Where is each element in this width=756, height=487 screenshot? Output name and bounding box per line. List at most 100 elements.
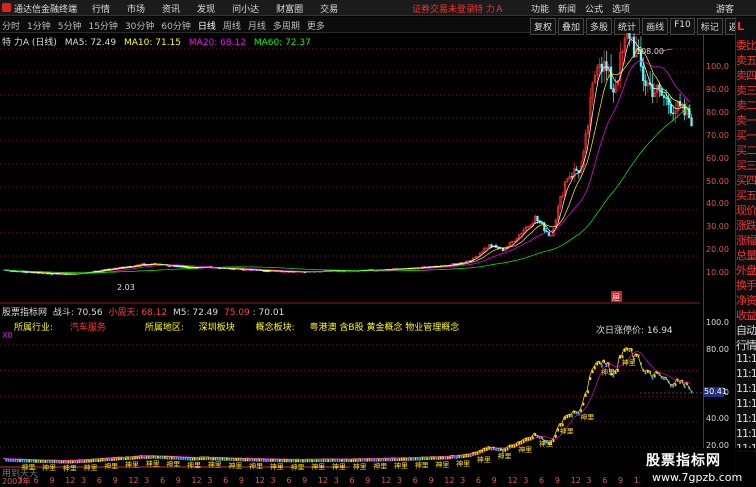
menu-gongshi[interactable]: 公式	[585, 2, 603, 15]
side-item: 收益	[736, 309, 756, 322]
time-axis-label: 6	[349, 476, 355, 485]
buy-signal-label: 神里	[394, 461, 408, 470]
side-item: 总量	[736, 249, 756, 262]
indicator-bar	[42, 460, 44, 464]
tab-more[interactable]: 更多	[307, 19, 325, 32]
indicator-bar	[256, 458, 258, 462]
indicator-bar	[467, 454, 470, 458]
indicator-bar	[292, 459, 295, 463]
time-axis-label: 12	[570, 476, 581, 485]
indicator-bar	[205, 457, 208, 461]
tab-daily[interactable]: 日线	[198, 19, 216, 32]
menu-jiaoyi[interactable]: 交易	[320, 2, 338, 15]
indicator-bar	[269, 458, 272, 462]
indicator-bar	[65, 460, 67, 464]
menu-xuanxiang[interactable]: 选项	[612, 2, 630, 15]
tab-monthly[interactable]: 月线	[248, 19, 266, 32]
buy-signal-label: 神里	[270, 462, 284, 471]
candle-body	[605, 61, 608, 71]
indicator-bar	[483, 448, 486, 452]
login-warning[interactable]: 证券交易未登录	[412, 2, 475, 15]
indicator-bar	[7, 458, 10, 462]
indicator-bar	[352, 458, 355, 462]
tab-15min[interactable]: 15分钟	[88, 19, 117, 32]
indicator-bar	[518, 441, 520, 445]
sidebar-logo-icon[interactable]: L	[737, 20, 744, 33]
buy-signal-label: 神里	[208, 460, 222, 469]
buy-signal-label: 神里	[415, 460, 429, 469]
buy-signal-label: 神里	[187, 460, 201, 469]
indicator-bar	[679, 380, 681, 384]
tab-multi-period[interactable]: 多周期	[273, 19, 300, 32]
indicator-bar	[527, 437, 530, 441]
indicator-bar	[189, 457, 191, 461]
indicator-bar	[276, 459, 279, 463]
app-title: 通达信金融终端	[14, 5, 78, 15]
side-item: 卖三	[736, 84, 756, 97]
time-axis-label: 9	[112, 476, 118, 485]
indicator-bar	[299, 459, 302, 463]
side-item: 现价	[736, 204, 756, 217]
watermark-title: 股票指标网	[646, 453, 721, 469]
ytick: 70.00	[706, 131, 729, 140]
menu-wenxiaoda[interactable]: 问小达	[232, 2, 259, 15]
main-menu: 行情 市场 资讯 发现 问小达 财富圈 交易	[92, 2, 338, 15]
time-axis-label: 6	[96, 476, 102, 485]
time-axis-label: 9	[491, 476, 497, 485]
indicator-bar	[67, 460, 70, 464]
tab-weekly[interactable]: 周线	[223, 19, 241, 32]
tab-5min[interactable]: 5分钟	[58, 19, 82, 32]
menu-zixun[interactable]: 资讯	[162, 2, 180, 15]
menu-shichang[interactable]: 市场	[127, 2, 145, 15]
time-axis-label: 12	[507, 476, 518, 485]
candle-body	[665, 97, 668, 99]
menu-xinwen[interactable]: 新闻	[558, 2, 576, 15]
time-axis-label: 12	[128, 476, 139, 485]
candle-body	[628, 33, 631, 39]
indicator-bar	[338, 459, 341, 463]
sub-ytick: 40.00	[706, 414, 729, 423]
time-axis-label: 12	[381, 476, 392, 485]
indicator-bar	[465, 454, 467, 458]
menu-faxian[interactable]: 发现	[197, 2, 215, 15]
region-value: 深圳板块	[198, 323, 235, 333]
buy-signal-label: 神里	[477, 455, 491, 464]
side-time: 11:1	[736, 367, 756, 380]
tab-60min[interactable]: 60分钟	[161, 19, 190, 32]
ytick: 100.0	[706, 62, 729, 71]
side-item: 卖二	[736, 99, 756, 112]
indicator-bar	[244, 458, 247, 462]
current-price-tag: 50.41	[704, 387, 727, 397]
indicator-source[interactable]: 股票指标网	[2, 308, 47, 318]
ytick: 90.00	[706, 85, 729, 94]
tab-fenshi[interactable]: 分时	[2, 19, 20, 32]
indicator-bar	[198, 457, 201, 461]
candle-body	[609, 66, 613, 90]
indicator-bar	[382, 458, 385, 462]
menu-hangqing[interactable]: 行情	[92, 2, 110, 15]
ytick: 80.00	[706, 108, 729, 117]
tab-1min[interactable]: 1分钟	[27, 19, 51, 32]
high-price-label: 108.00	[636, 47, 664, 56]
guest-user[interactable]: 游客	[716, 2, 734, 15]
indicator-bar	[320, 459, 323, 463]
buy-signal-label: 神里	[498, 451, 512, 460]
candle-body	[545, 230, 548, 233]
indicator-bar	[343, 459, 346, 463]
time-axis-label: 3	[80, 476, 87, 485]
indicator-bar	[262, 458, 265, 462]
menu-caifuquan[interactable]: 财富圈	[276, 2, 303, 15]
main-price-axis	[703, 33, 735, 303]
time-axis-label: 3	[460, 476, 466, 485]
menu-gongneng[interactable]: 功能	[531, 2, 549, 15]
side-item: 卖四	[736, 69, 756, 82]
ytick: 10.00	[706, 268, 729, 277]
indicator-bar	[313, 459, 316, 463]
indicator-bar	[389, 458, 392, 462]
candle-body	[671, 112, 675, 115]
indicator-bar	[596, 362, 599, 366]
indicator-bar	[651, 376, 654, 380]
tab-30min[interactable]: 30分钟	[125, 19, 154, 32]
indicator-bar	[168, 456, 171, 460]
kline-chart[interactable]: 108.002.03屉神里 神里 神里 神里 神里 神里 神里 神里 神里 神里 神里 神里 神里 神里神…	[0, 33, 703, 475]
